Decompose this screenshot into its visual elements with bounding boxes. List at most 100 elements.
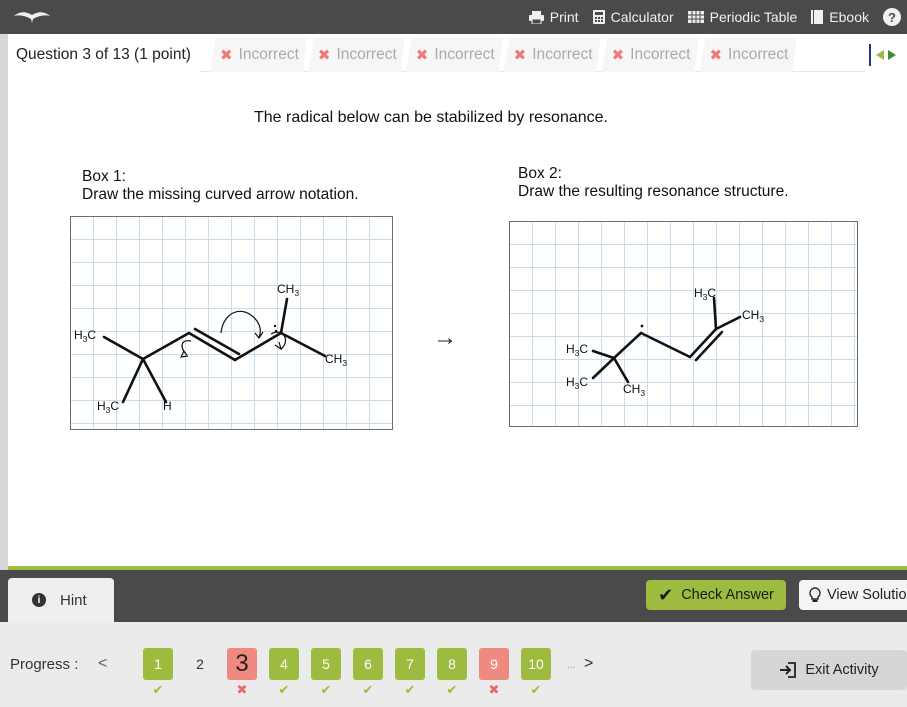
book-icon: [811, 10, 824, 24]
progress-page-8[interactable]: 8: [437, 648, 467, 680]
tab-attempt-6[interactable]: ✖ Incorrect: [699, 38, 796, 72]
atom-label: C: [579, 375, 588, 389]
tab-attempt-label: Incorrect: [728, 46, 789, 63]
x-icon: ✖: [709, 47, 723, 64]
box2-heading: Box 2: Draw the resulting resonance stru…: [518, 165, 789, 201]
progress-page-1[interactable]: 1: [143, 648, 173, 680]
printer-icon: [528, 10, 544, 24]
subscript: 3: [759, 314, 764, 324]
check-icon: ✔: [530, 682, 542, 697]
svg-text:H3C: H3C: [74, 328, 96, 344]
box2-molecule: H3C CH3 H3C H3C CH3: [566, 286, 764, 398]
x-icon: ✖: [236, 682, 248, 697]
atom-label: H: [566, 375, 575, 389]
resonance-arrow: →: [433, 324, 457, 351]
check-icon: ✔: [404, 682, 416, 697]
progress-next-button[interactable]: >: [584, 655, 593, 673]
scroll-right-icon[interactable]: [886, 49, 898, 61]
svg-text:H3C: H3C: [694, 286, 716, 302]
atom-label: H: [97, 399, 106, 413]
check-icon: ✔: [362, 682, 374, 697]
progress-page-2[interactable]: 2: [185, 648, 215, 680]
tab-attempt-label: Incorrect: [630, 46, 691, 63]
logo-icon: [14, 12, 50, 23]
check-answer-button[interactable]: ✔ Check Answer: [646, 580, 786, 610]
check-answer-label: Check Answer: [681, 587, 774, 603]
calculator-label: Calculator: [610, 9, 674, 25]
x-icon: ✖: [513, 47, 527, 64]
progress-page-10[interactable]: 10: [521, 648, 551, 680]
calculator-icon: [592, 10, 605, 24]
radical-electron: [274, 329, 278, 333]
progress-page-7[interactable]: 7: [395, 648, 425, 680]
periodic-table-label: Periodic Table: [709, 9, 798, 25]
checkmark-icon: ✔: [658, 584, 674, 605]
atom-label: H: [163, 399, 172, 413]
periodic-table-icon: [687, 11, 704, 23]
calculator-button[interactable]: Calculator: [592, 9, 674, 25]
ebook-button[interactable]: Ebook: [811, 9, 869, 25]
progress-page-4[interactable]: 4: [269, 648, 299, 680]
tab-history-list: ✖ Incorrect ✖ Incorrect ✖ Incorrect ✖ Incorr…: [210, 38, 797, 72]
hint-label: Hint: [60, 591, 87, 609]
view-solution-button[interactable]: View Solution: [799, 580, 907, 610]
left-edge: [0, 34, 8, 570]
svg-text:H3C: H3C: [97, 399, 119, 415]
print-button[interactable]: Print: [528, 9, 579, 25]
tab-scroll-indicator: [869, 44, 871, 66]
hint-button[interactable]: i Hint: [8, 578, 114, 622]
box2-label: Box 2:: [518, 165, 562, 182]
help-icon[interactable]: ?: [883, 8, 901, 26]
box2-drawing-canvas[interactable]: H3C CH3 H3C H3C CH3: [509, 221, 858, 427]
x-icon: ✖: [611, 47, 625, 64]
progress-label: Progress :: [10, 656, 79, 673]
atom-label: H: [566, 342, 575, 356]
radical-electron: [640, 324, 644, 328]
scroll-left-icon[interactable]: [874, 49, 886, 61]
atom-label: C: [707, 286, 716, 300]
atom-label: H: [74, 328, 83, 342]
exit-icon: [780, 662, 797, 678]
svg-text:CH3: CH3: [325, 352, 347, 368]
radical-electron: [273, 324, 277, 328]
exit-activity-button[interactable]: Exit Activity: [751, 650, 907, 690]
tab-attempt-label: Incorrect: [336, 46, 397, 63]
svg-text:H3C: H3C: [566, 342, 588, 358]
svg-text:CH3: CH3: [277, 282, 299, 298]
info-icon: i: [32, 593, 46, 607]
exit-activity-label: Exit Activity: [805, 662, 879, 678]
view-solution-label: View Solution: [827, 587, 907, 603]
progress-page-5[interactable]: 5: [311, 648, 341, 680]
tab-attempt-4[interactable]: ✖ Incorrect: [504, 38, 601, 72]
svg-text:CH3: CH3: [742, 308, 764, 324]
box1-drawing-canvas[interactable]: H3C H3C H CH3 CH3: [70, 216, 393, 430]
check-icon: ✔: [320, 682, 332, 697]
question-prompt: The radical below can be stabilized by r…: [254, 109, 608, 126]
tab-attempt-1[interactable]: ✖ Incorrect: [210, 38, 307, 72]
progress-page-3[interactable]: 3: [227, 648, 257, 680]
box2-instruction: Draw the resulting resonance structure.: [518, 183, 789, 200]
progress-prev-button[interactable]: <: [98, 655, 107, 673]
ebook-label: Ebook: [829, 9, 869, 25]
print-label: Print: [549, 9, 579, 25]
box1-instruction: Draw the missing curved arrow notation.: [82, 186, 359, 203]
progress-page-6[interactable]: 6: [353, 648, 383, 680]
periodic-table-button[interactable]: Periodic Table: [687, 9, 798, 25]
tab-attempt-label: Incorrect: [532, 46, 593, 63]
box1-label: Box 1:: [82, 168, 126, 185]
box1-molecule: H3C H3C H CH3 CH3: [74, 282, 347, 415]
tab-attempt-2[interactable]: ✖ Incorrect: [308, 38, 405, 72]
tab-attempt-label: Incorrect: [434, 46, 495, 63]
tab-current-question[interactable]: Question 3 of 13 (1 point): [8, 38, 199, 72]
x-icon: ✖: [415, 47, 429, 64]
progress-page-9[interactable]: 9: [479, 648, 509, 680]
tab-attempt-5[interactable]: ✖ Incorrect: [602, 38, 699, 72]
tab-attempt-3[interactable]: ✖ Incorrect: [406, 38, 503, 72]
atom-label: C: [87, 328, 96, 342]
lightbulb-icon: [809, 587, 821, 602]
x-icon: ✖: [488, 682, 500, 697]
svg-text:H3C: H3C: [566, 375, 588, 391]
subscript: 3: [342, 358, 347, 368]
check-icon: ✔: [278, 682, 290, 697]
atom-label: CH: [325, 352, 342, 366]
